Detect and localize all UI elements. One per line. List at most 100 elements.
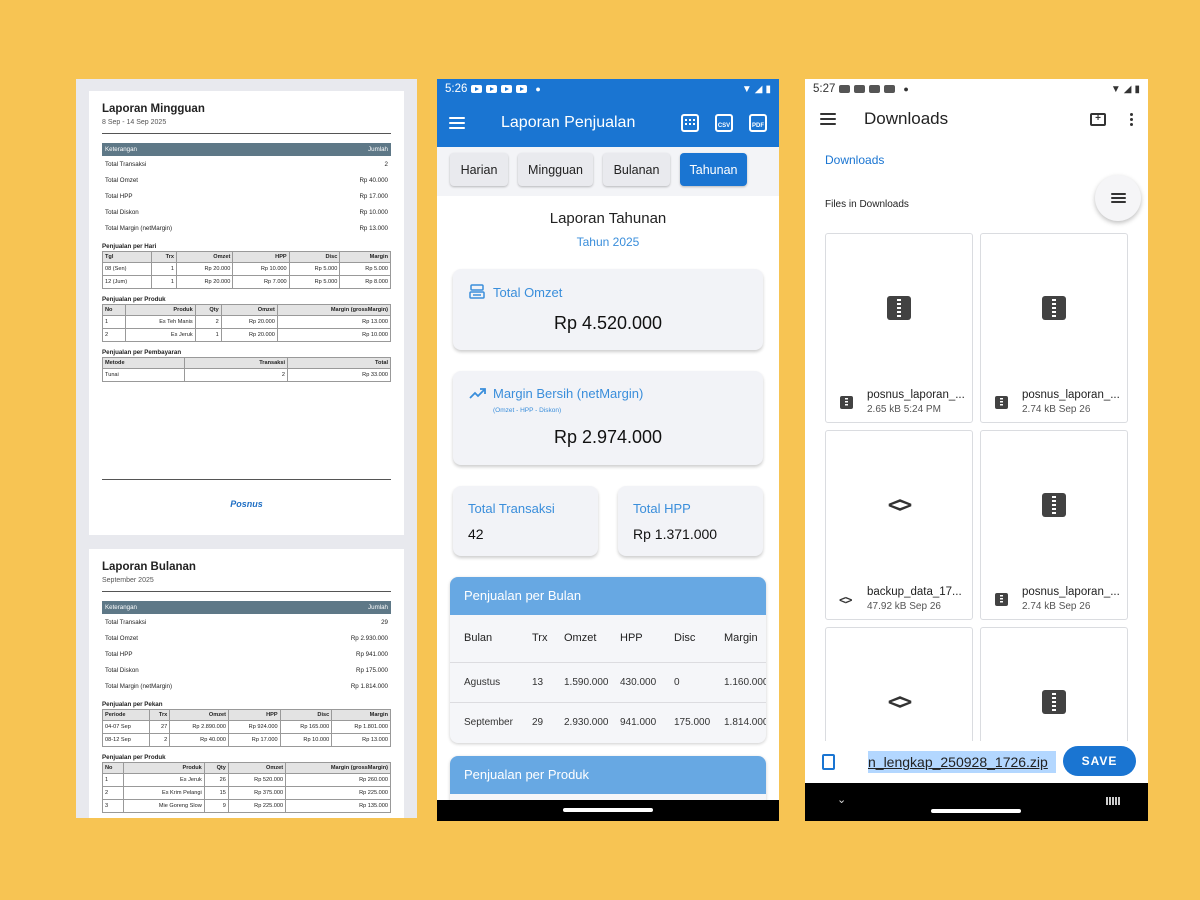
- app-title: Laporan Penjualan: [501, 114, 636, 131]
- gesture-nav-bar: ⌄: [805, 783, 1148, 821]
- tab-harian[interactable]: Harian: [450, 153, 508, 186]
- pdf-title: Laporan Bulanan: [102, 561, 196, 573]
- home-gesture-handle[interactable]: [563, 808, 653, 812]
- youtube-notification-icon: [839, 85, 851, 93]
- card-value: Rp 1.371.000: [633, 526, 718, 542]
- summary-value: Rp 40.000: [359, 176, 388, 184]
- report-title: Laporan Tahunan: [549, 210, 667, 227]
- summary-value: Rp 1.814.000: [350, 682, 388, 690]
- table-row: 08-12 Sep 2 Rp 40.000 Rp 17.000 Rp 10.00…: [102, 733, 391, 747]
- summary-label: Total HPP: [105, 192, 133, 200]
- cell: 0: [674, 661, 724, 702]
- table-row: 2 Es Jeruk 1 Rp 20.000 Rp 10.000: [102, 328, 392, 342]
- cell: Rp 33.000: [287, 368, 391, 382]
- section-title: Penjualan per Produk: [102, 754, 166, 761]
- cell: 9: [203, 799, 229, 813]
- tab-tahunan[interactable]: Tahunan: [680, 153, 747, 186]
- per-product-table: No Produk Qty Omzet Margin (grossMargin)…: [101, 762, 391, 813]
- cell: Rp 2.890.000: [169, 720, 229, 734]
- column-header: Metode: [101, 357, 186, 369]
- column-header: Margin: [339, 251, 391, 263]
- per-week-table: Periode Trx Omzet HPP Disc Margin 04-07 …: [102, 709, 391, 747]
- cell: Rp 40.000: [169, 733, 229, 747]
- file-tile[interactable]: posnus_laporan_... 2.74 kB Sep 26: [980, 430, 1128, 620]
- column-header: HPP: [227, 709, 281, 721]
- cell: Es Jeruk: [123, 773, 205, 787]
- column-header: Omzet: [220, 304, 278, 316]
- chevron-down-icon[interactable]: ⌄: [837, 793, 846, 806]
- summary-label: Total Omzet: [105, 176, 139, 184]
- file-tile[interactable]: <> <> backup_data_17... 47.92 kB Sep 26: [825, 430, 973, 620]
- more-options-icon[interactable]: [1130, 112, 1133, 126]
- battery-icon: ▮: [765, 83, 771, 95]
- per-day-table: Tgl Trx Omzet HPP Disc Margin 08 (Sen) 1…: [101, 251, 391, 289]
- summary-label: Total Diskon: [105, 666, 139, 674]
- save-button[interactable]: SAVE: [1063, 746, 1136, 776]
- keyboard-icon[interactable]: [1106, 797, 1120, 805]
- wifi-icon: ▼: [1110, 83, 1121, 95]
- summary-value: Rp 10.000: [359, 208, 388, 216]
- table-row: Total Margin (netMargin) Rp 1.814.000: [102, 678, 391, 694]
- table-row: 04-07 Sep 27 Rp 2.890.000 Rp 924.000 Rp …: [102, 720, 391, 734]
- new-folder-icon[interactable]: +: [1090, 112, 1106, 126]
- report-content[interactable]: Laporan Tahunan Tahun 2025 Total Omzet R…: [437, 196, 779, 816]
- tab-bulanan[interactable]: Bulanan: [603, 153, 670, 186]
- table-row: 2 Es Krim Pelangi 15 Rp 375.000 Rp 225.0…: [101, 786, 391, 800]
- cell: Rp 5.000: [288, 275, 341, 289]
- menu-icon[interactable]: [820, 113, 836, 125]
- pdf-page-weekly: Laporan Mingguan 8 Sep - 14 Sep 2025 Ket…: [89, 91, 404, 535]
- pdf-icon[interactable]: PDF: [749, 114, 767, 132]
- list-view-toggle-button[interactable]: [1095, 175, 1141, 221]
- trending-up-icon: [469, 388, 486, 399]
- pdf-divider: [102, 133, 391, 134]
- cell: Tunai: [101, 368, 186, 382]
- youtube-notification-icon: [869, 85, 881, 93]
- column-header: Transaksi: [184, 357, 289, 369]
- table-row: Total Omzet Rp 40.000: [102, 172, 391, 188]
- save-bar: n_lengkap_250928_1726.zip SAVE: [805, 741, 1148, 783]
- table-row: Total Diskon Rp 10.000: [102, 204, 391, 220]
- file-meta: 2.74 kB Sep 26: [1022, 601, 1091, 612]
- code-file-icon: <>: [887, 492, 912, 518]
- cell: 1: [194, 328, 222, 342]
- summary-header: Keterangan: [102, 601, 284, 614]
- cell: 1.590.000: [560, 661, 620, 702]
- cell: 2: [101, 786, 125, 800]
- column-header: Produk: [123, 762, 205, 774]
- breadcrumb[interactable]: Downloads: [825, 153, 884, 167]
- cell: 08-12 Sep: [102, 733, 150, 747]
- youtube-notification-icon: [486, 85, 498, 93]
- youtube-notification-icon: [471, 85, 483, 93]
- card-value: Rp 2.974.000: [553, 427, 663, 447]
- tab-mingguan[interactable]: Mingguan: [518, 153, 593, 186]
- pdf-footer-divider: [102, 479, 391, 480]
- file-name: posnus_laporan_...: [1022, 586, 1120, 598]
- pdf-preview-panel[interactable]: Laporan Mingguan 8 Sep - 14 Sep 2025 Ket…: [76, 79, 417, 818]
- cell: 1: [151, 262, 177, 276]
- file-tile[interactable]: posnus_laporan_... 2.65 kB 5:24 PM: [825, 233, 973, 423]
- menu-icon[interactable]: [449, 117, 465, 129]
- per-month-table-card[interactable]: Penjualan per Bulan Bulan Trx Omzet HPP …: [450, 577, 766, 743]
- table-row: Tunai 2 Rp 33.000: [101, 368, 391, 382]
- calendar-icon[interactable]: [681, 114, 699, 132]
- youtube-notification-icon: [516, 85, 528, 93]
- summary-table: Keterangan Jumlah Total Transaksi 29 Tota…: [102, 601, 391, 694]
- cell: Es Krim Pelangi: [123, 786, 205, 800]
- battery-icon: ▮: [1134, 83, 1140, 95]
- status-bar: 5:27 ● ▼ ◢ ▮: [805, 79, 1148, 99]
- period-tabs: Harian Mingguan Bulanan Tahunan: [437, 153, 779, 186]
- cell: Rp 17.000: [227, 733, 281, 747]
- column-header: Margin (grossMargin): [285, 762, 391, 774]
- cell: 12 (Jum): [101, 275, 153, 289]
- home-gesture-handle[interactable]: [931, 809, 1021, 813]
- table-row: 08 (Sen) 1 Rp 20.000 Rp 10.000 Rp 5.000 …: [101, 262, 391, 276]
- file-tile[interactable]: posnus_laporan_... 2.74 kB Sep 26: [980, 233, 1128, 423]
- filename-input[interactable]: n_lengkap_250928_1726.zip: [868, 751, 1056, 773]
- column-header: Produk: [124, 304, 196, 316]
- table-row: Total HPP Rp 17.000: [102, 188, 391, 204]
- column-header: No: [102, 304, 126, 316]
- more-notifications-icon: ●: [535, 84, 541, 94]
- csv-icon[interactable]: CSV: [715, 114, 733, 132]
- summary-value: Rp 17.000: [359, 192, 388, 200]
- card-label: Margin Bersih (netMargin): [493, 386, 644, 401]
